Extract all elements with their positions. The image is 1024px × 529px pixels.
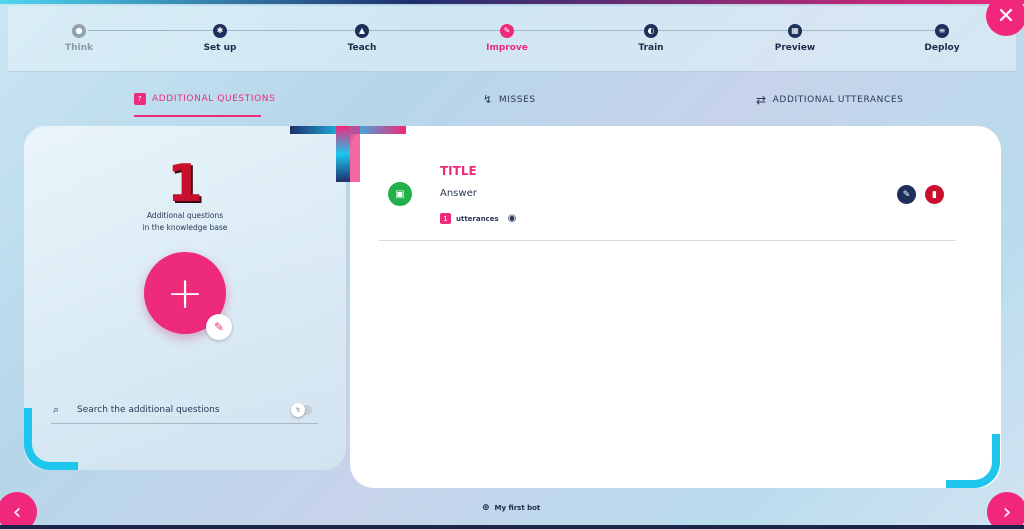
magic-wand-icon: ✎: [213, 320, 225, 334]
knowledge-entry-icon: ▣: [388, 182, 412, 206]
calendar-icon: ▦: [788, 24, 802, 38]
utterance-label: utterances: [456, 214, 499, 223]
top-accent-line: [0, 0, 1024, 4]
graduation-cap-icon: ▲: [355, 24, 369, 38]
edit-question-button[interactable]: ✎: [897, 185, 916, 204]
lightbulb-icon: ●: [72, 24, 86, 38]
tab-label: ADDITIONAL UTTERANCES: [772, 95, 904, 105]
step-label: Set up: [203, 43, 237, 53]
step-think[interactable]: ● Think: [39, 24, 119, 53]
corner-decoration-left: [24, 408, 78, 470]
step-label: Preview: [774, 43, 816, 53]
utterance-meta: 1 utterances ◉: [440, 213, 516, 224]
pencil-icon: ✎: [500, 24, 514, 38]
step-label: Train: [638, 43, 664, 53]
tab-misses[interactable]: ↯ MISSES: [483, 93, 536, 106]
tab-label: MISSES: [498, 94, 536, 105]
server-icon: ≡: [935, 24, 949, 38]
delete-question-button[interactable]: ▮: [925, 185, 944, 204]
misses-check-icon: ↯: [483, 93, 493, 106]
search-toggle[interactable]: ↯: [291, 402, 312, 417]
brain-icon: ◐: [644, 24, 658, 38]
toggle-knob-icon: ↯: [291, 402, 305, 417]
bot-name-text: My first bot: [494, 504, 541, 512]
bot-name-label: ⊕ My first bot: [482, 503, 540, 513]
question-title: TITLE: [440, 164, 477, 178]
decorative-corner-graphic: [290, 126, 406, 182]
search-field[interactable]: ⌕ Search the additional questions ↯: [51, 396, 318, 424]
utterance-count-badge: 1: [440, 213, 451, 224]
tab-additional-utterances[interactable]: ⇄ ADDITIONAL UTTERANCES: [756, 93, 904, 107]
bottom-bar: [0, 525, 1024, 529]
tab-additional-questions[interactable]: ? ADDITIONAL QUESTIONS: [134, 93, 275, 105]
step-label: Think: [64, 43, 94, 53]
trash-icon: ▮: [932, 189, 937, 200]
repeat-icon: ⇄: [756, 93, 767, 107]
step-preview[interactable]: ▦ Preview: [755, 24, 835, 53]
gear-icon: ✱: [213, 24, 227, 38]
search-input[interactable]: Search the additional questions: [77, 405, 292, 415]
step-deploy[interactable]: ≡ Deploy: [902, 24, 982, 53]
caption-line-1: Additional questions: [146, 211, 224, 220]
step-improve[interactable]: ✎ Improve: [467, 24, 547, 53]
plus-icon: +: [166, 267, 204, 319]
app-window: ● Think ✱ Set up ▲ Teach ✎ Improve ◐ Tra…: [0, 0, 1024, 529]
question-answer: Answer: [440, 188, 477, 199]
question-book-icon: ?: [134, 93, 146, 105]
count-caption: Additional questions in the knowledge ba…: [24, 210, 346, 234]
close-button[interactable]: ✕: [986, 0, 1024, 36]
question-list-panel: [350, 126, 1001, 488]
globe-icon: ⊕: [482, 503, 490, 513]
caption-line-2: in the knowledge base: [142, 223, 228, 232]
step-setup[interactable]: ✱ Set up: [180, 24, 260, 53]
previous-step-button[interactable]: ‹: [0, 492, 37, 529]
workflow-stepper: ● Think ✱ Set up ▲ Teach ✎ Improve ◐ Tra…: [8, 6, 1016, 72]
corner-decoration-right: [946, 434, 1000, 488]
chevron-left-icon: ‹: [12, 499, 22, 525]
tab-label: ADDITIONAL QUESTIONS: [152, 94, 276, 104]
next-step-button[interactable]: ›: [987, 492, 1024, 529]
pencil-icon: ✎: [902, 189, 911, 200]
list-divider: [379, 240, 956, 241]
step-label: Deploy: [924, 43, 960, 53]
step-train[interactable]: ◐ Train: [611, 24, 691, 53]
chevron-right-icon: ›: [1002, 499, 1012, 525]
eye-icon[interactable]: ◉: [508, 213, 517, 224]
step-label: Teach: [347, 43, 377, 53]
step-teach[interactable]: ▲ Teach: [322, 24, 402, 53]
active-tab-indicator: [134, 115, 261, 117]
step-label: Improve: [486, 43, 528, 53]
magic-wand-button[interactable]: ✎: [206, 314, 232, 340]
close-icon: ✕: [996, 3, 1016, 29]
